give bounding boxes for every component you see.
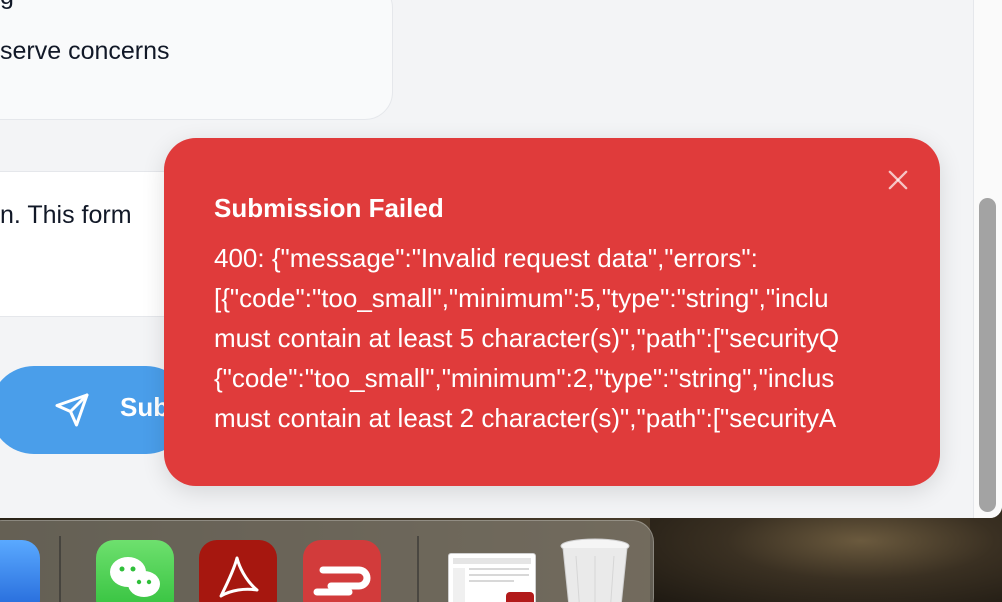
notification-badge: [506, 592, 534, 602]
trash-can-icon: [560, 538, 630, 602]
toast-message-line: must contain at least 2 character(s)","p…: [214, 403, 837, 433]
toast-title: Submission Failed: [214, 193, 444, 223]
info-card-line-2: serve concerns: [0, 37, 170, 65]
submit-button-label: Sub: [120, 392, 170, 422]
message-textarea[interactable]: [0, 171, 180, 317]
dock-app-icon[interactable]: [0, 540, 40, 602]
textarea-text: n. This form: [0, 201, 132, 229]
close-icon[interactable]: [884, 166, 912, 194]
wechat-bubbles-icon: [110, 557, 160, 597]
info-card-line-1: g: [0, 0, 14, 11]
dock-separator: [59, 536, 61, 602]
dock-separator: [417, 536, 419, 602]
trash-icon[interactable]: [556, 536, 634, 602]
expressvpn-logo-icon: [313, 566, 371, 596]
browser-window: g serve concerns n. This form Sub Submis…: [0, 0, 1002, 518]
toast-message-line: [{"code":"too_small","minimum":5,"type":…: [214, 283, 829, 313]
expressvpn-icon[interactable]: [303, 540, 381, 602]
wechat-icon[interactable]: [96, 540, 174, 602]
acrobat-icon[interactable]: [199, 540, 277, 602]
send-icon: [55, 393, 89, 427]
toast-message-line: {"code":"too_small","minimum":2,"type":"…: [214, 363, 835, 393]
toast-message-line: 400: {"message":"Invalid request data","…: [214, 243, 758, 273]
acrobat-logo-icon: [219, 556, 259, 598]
toast-message: 400: {"message":"Invalid request data","…: [214, 238, 940, 438]
error-toast: Submission Failed 400: {"message":"Inval…: [164, 138, 940, 486]
scrollbar-thumb[interactable]: [979, 198, 996, 512]
toast-message-line: must contain at least 5 character(s)","p…: [214, 323, 840, 353]
